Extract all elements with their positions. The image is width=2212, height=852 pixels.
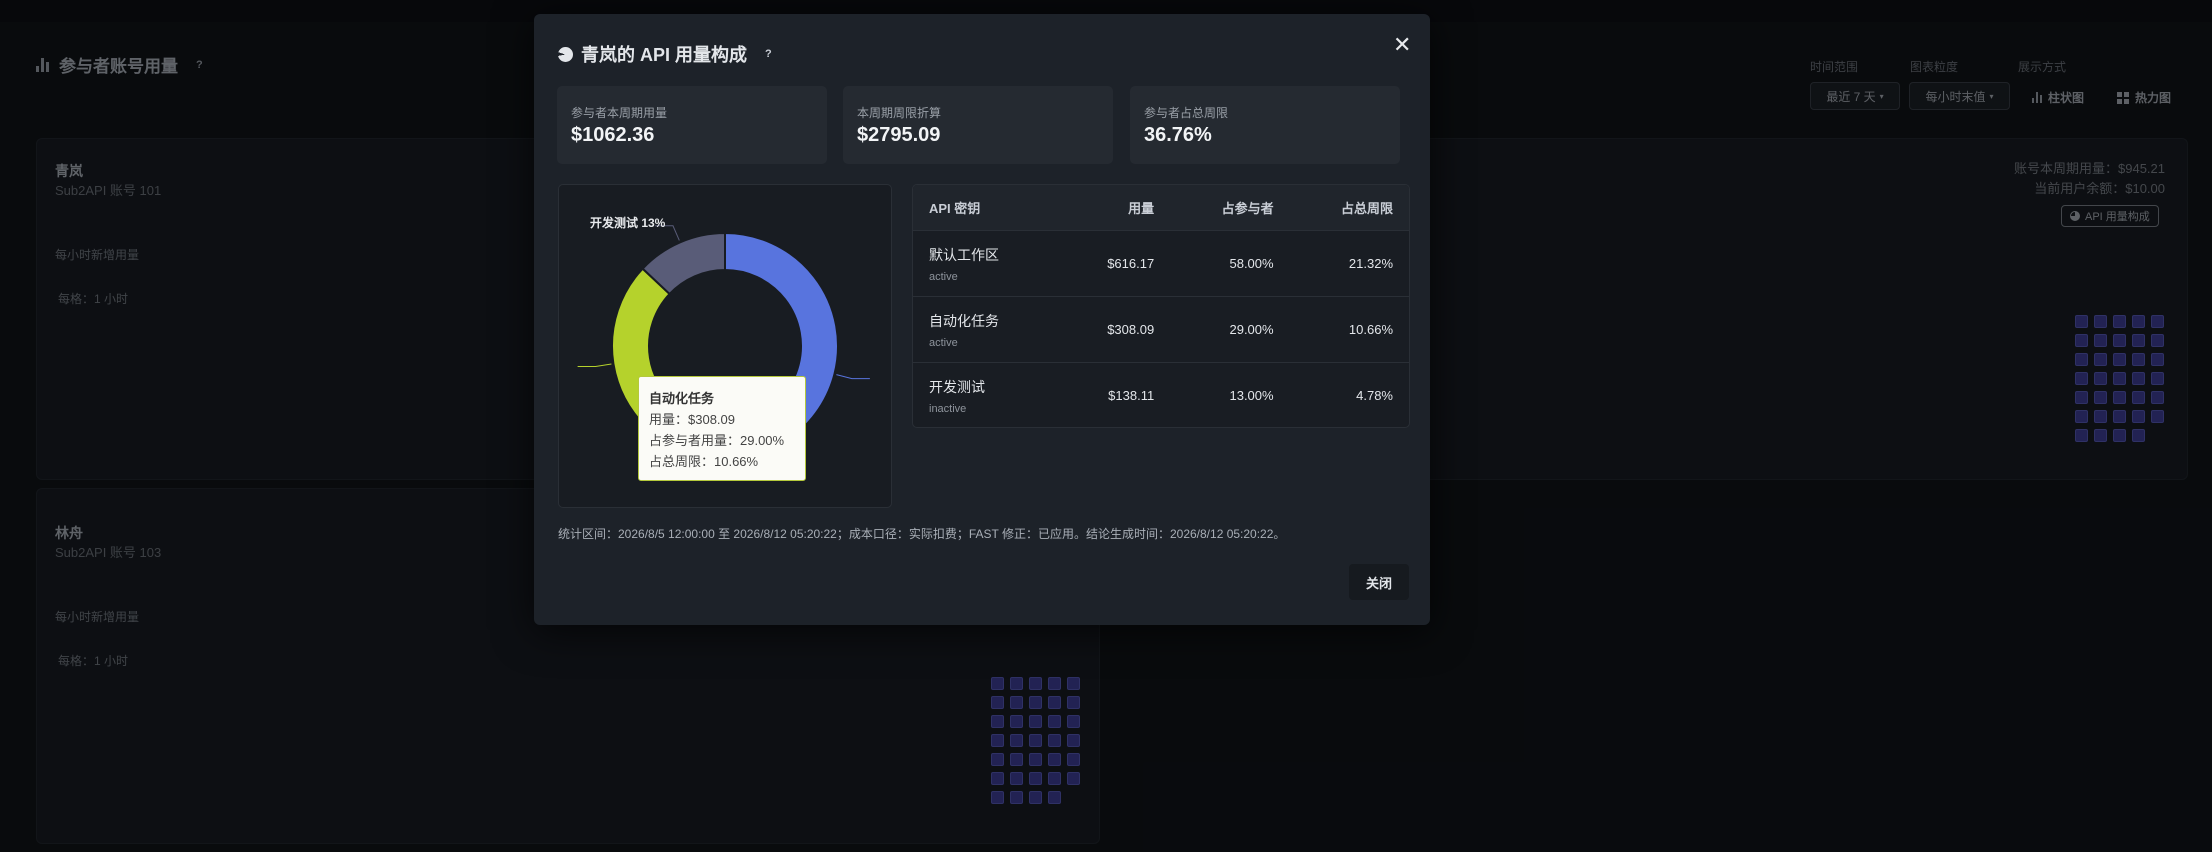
table-row: 默认工作区 active $616.17 58.00% 21.32% [913,230,1409,297]
key-pct-total: 4.78% [1356,388,1393,403]
slice-outside-label: 开发测试 13% [590,215,666,230]
kpi-card: 参与者本周期用量 $1062.36 [557,86,827,164]
pie-chart-icon [558,46,573,62]
label-leader-line [577,363,612,367]
key-name: 自动化任务 [929,312,999,329]
close-icon[interactable]: ✕ [1393,32,1411,58]
statistics-footnote: 统计区间：2026/8/5 12:00:00 至 2026/8/12 05:20… [558,527,1286,541]
api-key-table: API 密钥 用量 占参与者 占总周限 默认工作区 active $616.17 … [912,184,1410,428]
label-leader-line [836,374,870,380]
key-pct-total: 10.66% [1289,296,1409,363]
api-usage-modal: 青岚的 API 用量构成 ? ✕ 参与者本周期用量 $1062.36 本周期周限… [534,14,1430,625]
kpi-label: 参与者占总周限 [1144,106,1229,120]
col-header-key[interactable]: API 密钥 [913,185,1058,231]
kpi-card: 参与者占总周限 36.76% [1130,86,1400,164]
chart-tooltip: 自动化任务 用量：$308.09 占参与者用量：29.00% 占总周限：10.6… [638,376,806,481]
kpi-value: $1062.36 [571,124,655,146]
key-status: active [929,270,958,283]
tooltip-pct-total: 占总周限：10.66% [649,454,759,469]
col-header-pct-participant[interactable]: 占参与者 [1170,185,1290,231]
kpi-value: 36.76% [1144,124,1212,146]
kpi-card: 本周期周限折算 $2795.09 [843,86,1113,164]
key-usage: $308.09 [1057,296,1171,363]
table-row: 开发测试 inactive $138.11 13.00% 4.78% [913,363,1409,428]
kpi-value: $2795.09 [857,124,941,146]
key-name: 默认工作区 [929,246,999,263]
kpi-label: 参与者本周期用量 [571,106,668,120]
key-pct-participant: 29.00% [1170,296,1290,363]
table-header-row: API 密钥 用量 占参与者 占总周限 [913,185,1409,231]
help-icon[interactable]: ? [765,48,772,60]
col-header-pct-total[interactable]: 占总周限 [1289,185,1409,231]
key-status: inactive [929,402,967,415]
close-button[interactable]: 关闭 [1349,564,1409,600]
key-usage: $138.11 [1108,388,1155,403]
key-status: active [929,336,958,349]
modal-title: 青岚的 API 用量构成 ? [558,41,772,67]
table-row: 自动化任务 active $308.09 29.00% 10.66% [913,296,1409,363]
modal-title-text: 青岚的 API 用量构成 [581,45,748,65]
tooltip-title: 自动化任务 [649,391,715,406]
tooltip-pct-participant: 占参与者用量：29.00% [649,433,785,448]
col-header-usage[interactable]: 用量 [1057,185,1171,231]
kpi-label: 本周期周限折算 [857,106,942,120]
key-usage: $616.17 [1057,230,1171,297]
key-pct-total: 21.32% [1289,230,1409,297]
tooltip-usage: 用量：$308.09 [649,412,735,427]
key-name: 开发测试 [929,378,985,395]
key-pct-participant: 58.00% [1170,230,1290,297]
key-pct-participant: 13.00% [1229,388,1274,403]
